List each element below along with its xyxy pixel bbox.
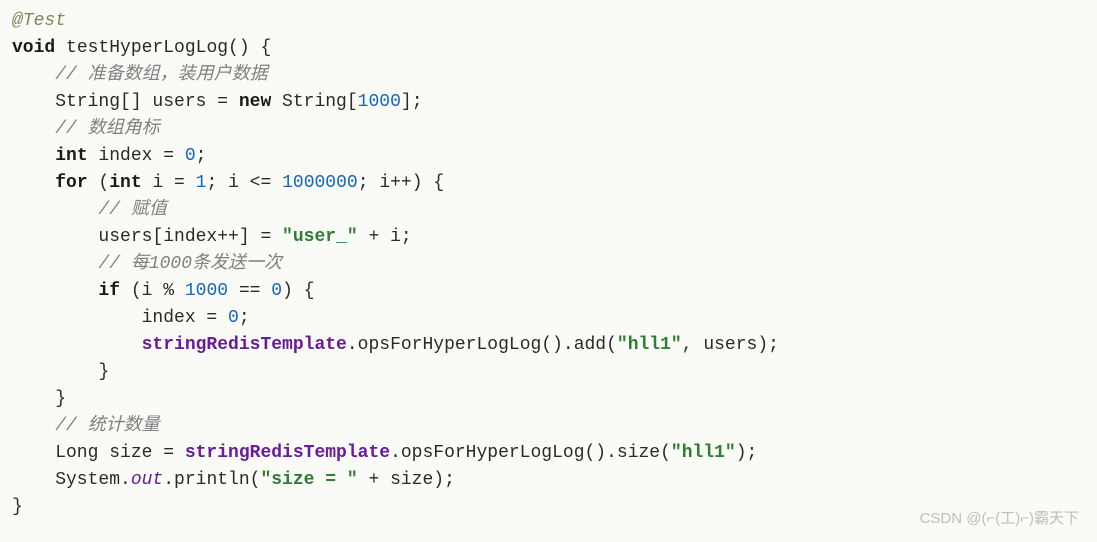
comment-marker: //: [55, 119, 87, 139]
watermark-text: CSDN @(⌐(工)⌐)霸天下: [920, 508, 1079, 531]
number-literal: 0: [228, 308, 239, 328]
comment-text: 统计数量: [88, 416, 160, 436]
for-cond: ; i <=: [206, 173, 282, 193]
field-reference: stringRedisTemplate: [142, 335, 347, 355]
method-close: }: [12, 497, 23, 517]
semicolon: ;: [196, 146, 207, 166]
comment-marker: //: [98, 254, 130, 274]
static-field-out: out: [131, 470, 163, 490]
keyword-for: for: [55, 173, 87, 193]
paren-open: (: [88, 173, 110, 193]
method-chain: .opsForHyperLogLog().add(: [347, 335, 617, 355]
array-assign: users[index++] =: [12, 227, 282, 247]
number-literal: 1: [196, 173, 207, 193]
string-literal: "user_": [282, 227, 358, 247]
concat-expr: + size);: [358, 470, 455, 490]
comment-text: 每1000条发送一次: [131, 254, 282, 274]
field-reference: stringRedisTemplate: [185, 443, 390, 463]
block-close: }: [12, 362, 109, 382]
semicolon: ;: [239, 308, 250, 328]
assign-stmt: index =: [12, 308, 228, 328]
method-args: , users);: [682, 335, 779, 355]
concat-expr: + i;: [358, 227, 412, 247]
code-block: @Test void testHyperLogLog() { // 准备数组，装…: [12, 8, 1085, 521]
number-literal: 0: [271, 281, 282, 301]
var-declaration: Long size =: [12, 443, 185, 463]
string-literal: "hll1": [617, 335, 682, 355]
eq-op: ==: [228, 281, 271, 301]
method-signature: testHyperLogLog() {: [55, 38, 271, 58]
for-init: i =: [142, 173, 196, 193]
number-literal: 0: [185, 146, 196, 166]
for-inc: ; i++) {: [358, 173, 444, 193]
method-chain: .opsForHyperLogLog().size(: [390, 443, 671, 463]
keyword-int: int: [109, 173, 141, 193]
number-literal: 1000: [358, 92, 401, 112]
println-call: .println(: [163, 470, 260, 490]
comment-marker: //: [98, 200, 130, 220]
block-open: ) {: [282, 281, 314, 301]
annotation-test: @Test: [12, 11, 66, 31]
var-assign: index =: [88, 146, 185, 166]
keyword-new: new: [239, 92, 271, 112]
number-literal: 1000000: [282, 173, 358, 193]
var-declaration: String[] users =: [12, 92, 239, 112]
if-expr: (i %: [120, 281, 185, 301]
comment-text: 赋值: [131, 200, 167, 220]
block-close: }: [12, 389, 66, 409]
system-class: System.: [12, 470, 131, 490]
comment-marker: //: [55, 65, 87, 85]
keyword-void: void: [12, 38, 55, 58]
statement-end: ];: [401, 92, 423, 112]
string-literal: "size = ": [260, 470, 357, 490]
comment-text: 数组角标: [88, 119, 160, 139]
keyword-int: int: [55, 146, 87, 166]
string-literal: "hll1": [671, 443, 736, 463]
number-literal: 1000: [185, 281, 228, 301]
keyword-if: if: [98, 281, 120, 301]
statement-end: );: [736, 443, 758, 463]
comment-text: 准备数组，装用户数据: [88, 65, 268, 85]
array-type: String[: [271, 92, 357, 112]
comment-marker: //: [55, 416, 87, 436]
